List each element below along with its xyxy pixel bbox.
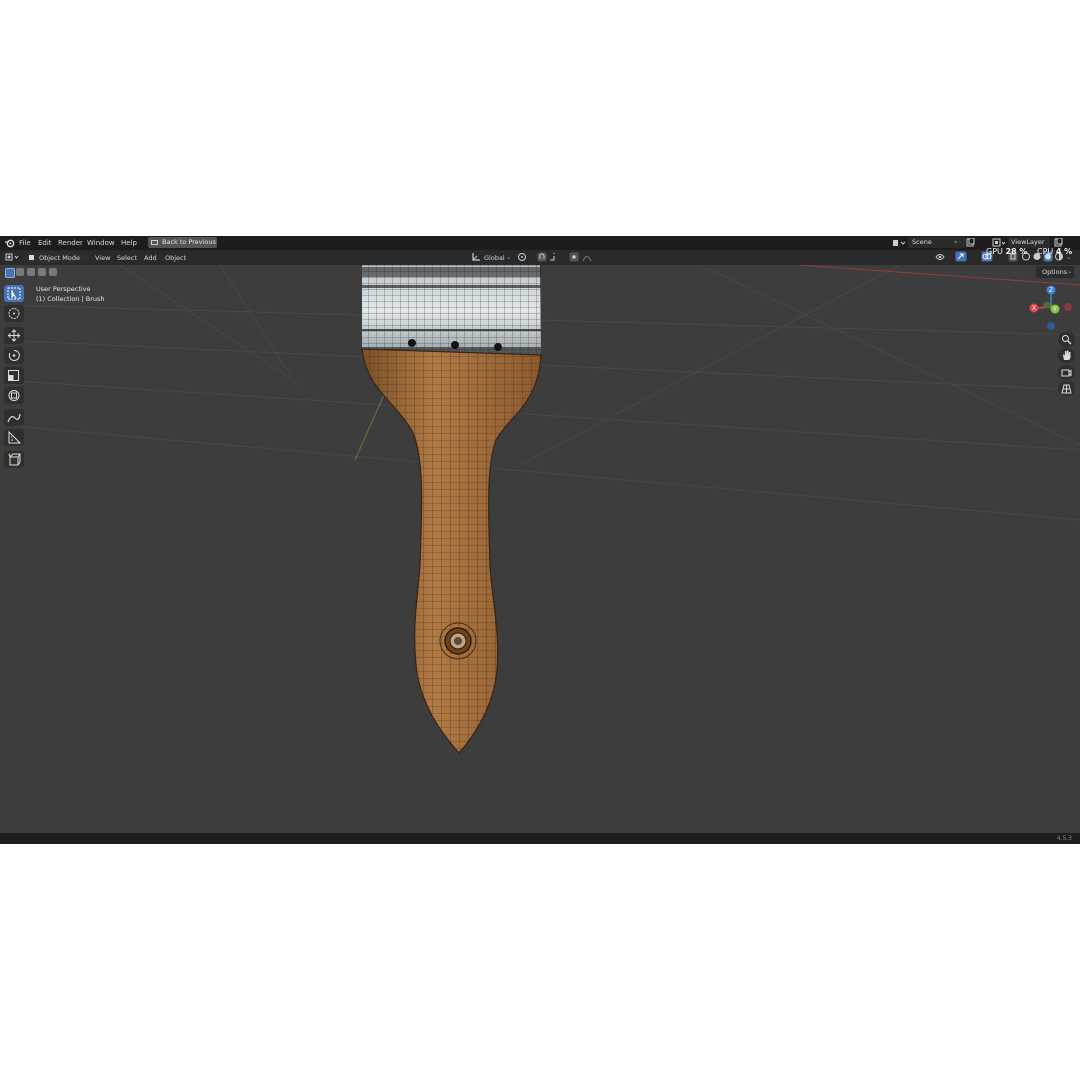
move-tool[interactable] [4,327,24,344]
options-dropdown[interactable]: Options ⌄ [1036,266,1074,278]
pin-icon[interactable]: ⌖ [954,237,958,248]
proportional-edit-icon[interactable] [569,252,579,265]
menu-object[interactable]: Object [165,253,186,263]
rotate-tool[interactable] [4,347,24,364]
object-mode-dropdown[interactable]: Object Mode [26,252,88,263]
back-to-previous-button[interactable]: Back to Previous [148,237,217,248]
falloff-icon[interactable] [582,252,596,265]
cpu-value: 4 % [1055,247,1073,256]
perspective-label: User Perspective [36,285,91,293]
chevron-down-icon: ⌄ [506,253,512,261]
transform-orientation-dropdown[interactable]: Global [484,253,505,263]
object-mode-icon [29,255,34,260]
menu-select[interactable]: Select [117,253,137,263]
zoom-button[interactable] [1058,332,1075,347]
new-scene-icon[interactable] [966,237,975,250]
navigation-gizmo[interactable]: Z X Y [1027,283,1077,333]
snap-target-icon[interactable] [549,252,563,265]
gizmo-toggle-icon[interactable] [955,251,967,265]
viewport-scene[interactable] [0,265,1080,833]
gizmo-neg-x-axis[interactable] [1064,303,1072,311]
blender-window: File Edit Render Window Help Back to Pre… [0,236,1080,844]
scene-label: Scene [912,238,932,246]
brush-handle [361,348,542,754]
options-label: Options [1042,268,1068,276]
brush-ferrule [362,265,541,355]
gizmo-y-label: Y [1052,306,1057,313]
top-menu-bar: File Edit Render Window Help Back to Pre… [0,236,1080,250]
perspective-toggle-button[interactable] [1058,381,1075,396]
scene-selector[interactable]: Scene ⌖ [908,237,966,248]
select-box-tool[interactable] [4,285,24,302]
gizmo-z-label: Z [1049,287,1053,294]
menu-window[interactable]: Window [87,238,115,248]
cpu-label: CPU [1037,247,1054,256]
menu-file[interactable]: File [19,238,31,248]
collection-label: (1) Collection | Brush [36,295,105,303]
gizmo-neg-y-axis[interactable] [1043,301,1051,309]
gizmo-neg-z-axis[interactable] [1047,322,1055,330]
gpu-label: GPU [986,247,1003,256]
menu-add[interactable]: Add [144,253,157,263]
cpu-stat: CPU 4 % [1037,247,1072,256]
screen-icon [151,240,158,245]
gizmo-x-label: X [1032,305,1036,312]
camera-view-button[interactable] [1058,365,1075,380]
transform-tool[interactable] [4,387,24,404]
menu-render[interactable]: Render [58,238,83,248]
pan-hand-button[interactable] [1058,348,1075,363]
object-mode-label: Object Mode [39,254,80,262]
gpu-stat: GPU 28 % [986,247,1027,256]
add-cube-tool[interactable] [4,451,24,468]
menu-edit[interactable]: Edit [38,238,52,248]
back-to-previous-label: Back to Previous [162,238,216,246]
visibility-icon[interactable] [935,252,949,265]
cursor-tool[interactable] [4,305,24,322]
menu-view[interactable]: View [95,253,110,263]
status-bar: 4.5.3 [0,833,1080,844]
gpu-value: 28 % [1005,247,1028,256]
chevron-down-icon: ⌄ [1067,267,1073,275]
transform-orientation-icon [471,252,481,265]
menu-help[interactable]: Help [121,238,137,248]
scale-tool[interactable] [4,367,24,384]
annotate-tool[interactable] [4,409,24,426]
measure-tool[interactable] [4,429,24,446]
pivot-point-icon[interactable] [517,252,531,265]
editor-type-icon[interactable] [5,252,21,265]
viewport-header: Object Mode View Select Add Object Globa… [0,250,1080,265]
snap-toggle-icon[interactable] [537,252,547,265]
version-label: 4.5.3 [1056,835,1072,842]
